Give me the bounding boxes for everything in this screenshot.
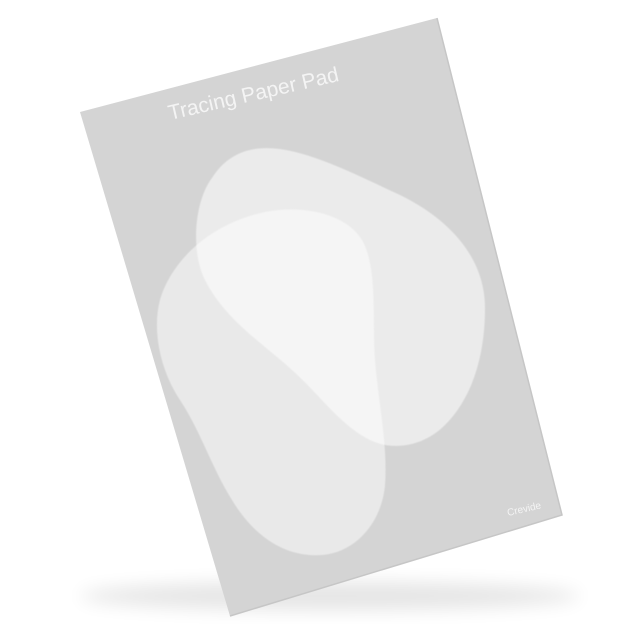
tracing-paper-pad: Tracing Paper Pad Crevide — [80, 17, 563, 617]
product-mockup-scene: Tracing Paper Pad Crevide — [0, 0, 640, 640]
blob-lower-left — [156, 209, 386, 556]
